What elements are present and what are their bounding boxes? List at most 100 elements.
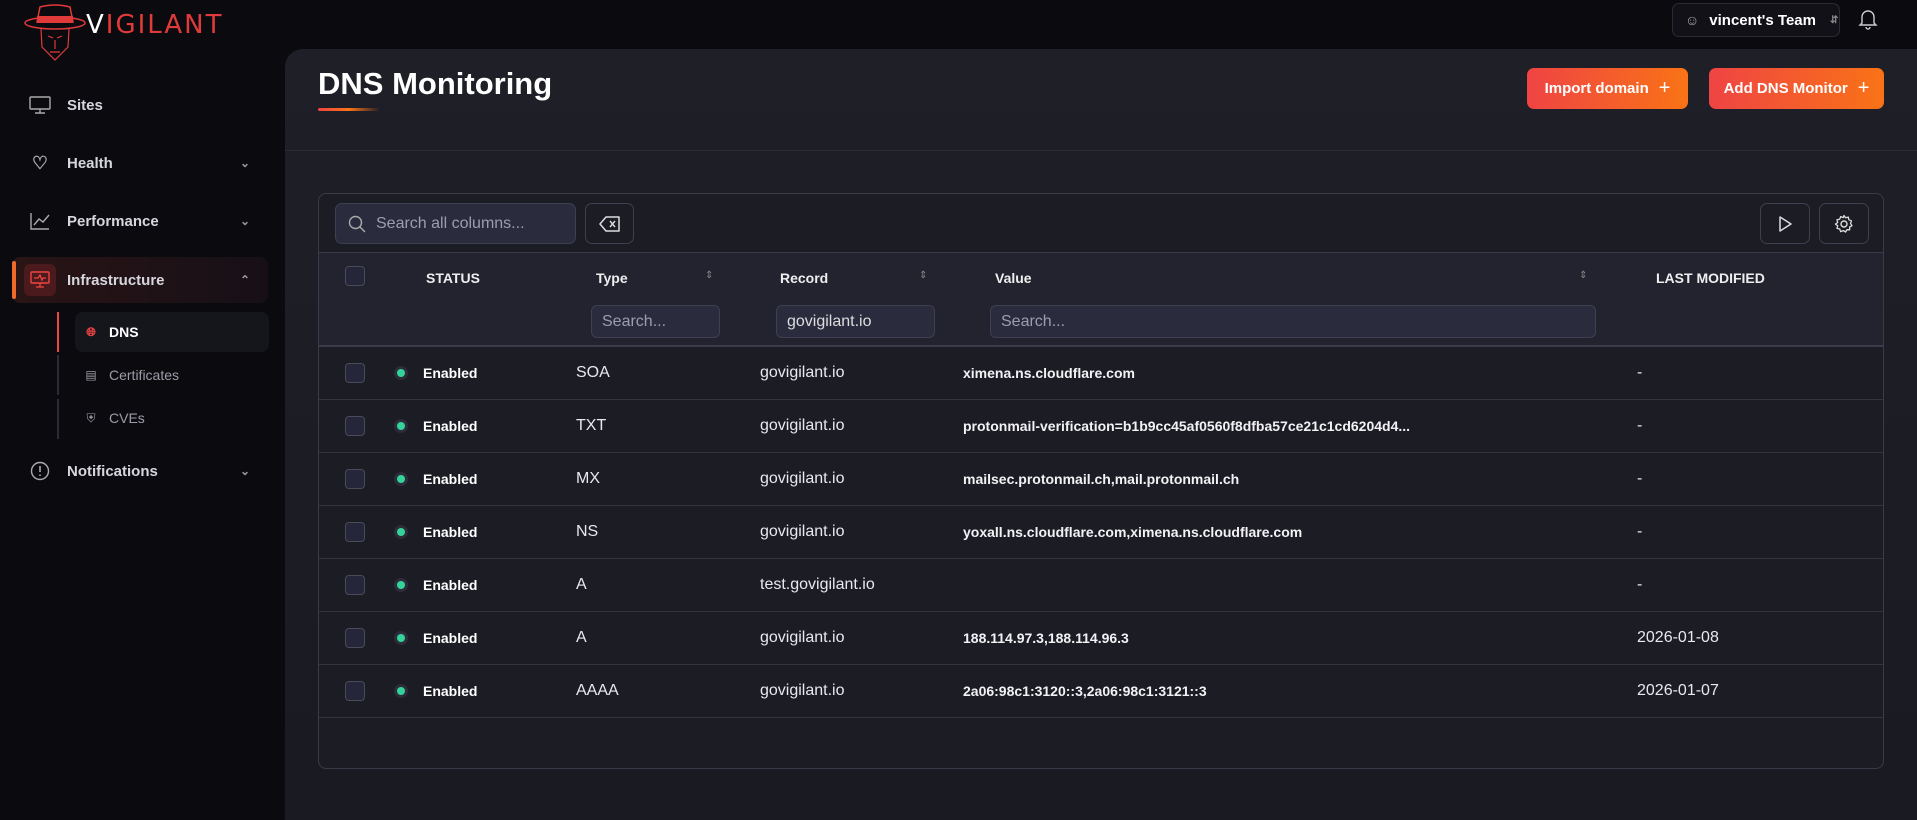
sidebar-item-infrastructure[interactable]: Infrastructure ⌃	[12, 257, 268, 303]
clear-filters-button[interactable]	[585, 203, 634, 244]
vigilant-hat-face-logo-icon	[24, 4, 86, 61]
record-cell: test.govigilant.io	[760, 576, 875, 593]
sidebar-item-label: Health	[67, 154, 113, 172]
sort-icon[interactable]: ⇕	[705, 270, 713, 281]
row-checkbox[interactable]	[345, 681, 365, 701]
chevron-down-icon: ⌄	[239, 464, 250, 478]
notifications-bell-icon[interactable]	[1858, 8, 1878, 35]
sidebar-item-health[interactable]: ♡ Health ⌄	[12, 140, 268, 186]
sidebar-item-label: Infrastructure	[67, 271, 165, 289]
type-cell: AAAA	[576, 682, 619, 699]
sidebar-item-dns[interactable]: 🌐︎ DNS	[75, 312, 269, 352]
value-cell: mailsec.protonmail.ch,mail.protonmail.ch	[963, 471, 1240, 487]
record-cell: govigilant.io	[760, 470, 845, 487]
status-dot-icon	[394, 631, 408, 645]
sidebar-item-label: CVEs	[109, 410, 145, 426]
record-cell: govigilant.io	[760, 629, 845, 646]
row-checkbox[interactable]	[345, 628, 365, 648]
last-modified-cell: -	[1637, 523, 1643, 540]
table-row[interactable]: Enabled TXT govigilant.io protonmail-verifi…	[319, 400, 1883, 453]
status-text: Enabled	[423, 524, 478, 540]
row-checkbox[interactable]	[345, 363, 365, 383]
record-cell: govigilant.io	[760, 364, 845, 381]
team-selector[interactable]: ☺ vincent's Team ⇵	[1672, 3, 1840, 37]
divider	[57, 399, 59, 439]
type-cell: NS	[576, 523, 599, 540]
play-icon	[1779, 215, 1792, 232]
table-row[interactable]: Enabled Agovigilant.io 188.114.97.3,188.11…	[319, 612, 1883, 665]
table-row[interactable]: Enabled SOA govigilant.io ximena.ns.cloudfl…	[319, 347, 1883, 400]
column-header-type[interactable]: Type	[596, 270, 628, 286]
sidebar-item-label: Notifications	[67, 462, 158, 480]
table-header: STATUS Type ⇕ Record ⇕ Value ⇕ LAST MODI…	[319, 252, 1883, 347]
column-header-last-modified: LAST MODIFIED	[1656, 270, 1765, 286]
button-label: Import domain	[1544, 80, 1649, 97]
table-row[interactable]: Enabled Atest.govigilant.io -	[319, 559, 1883, 612]
value-filter-input[interactable]	[990, 305, 1596, 338]
global-search[interactable]: Search all columns...	[335, 203, 576, 244]
status-text: Enabled	[423, 683, 478, 699]
team-name: vincent's Team	[1709, 11, 1816, 29]
sidebar-item-label: Sites	[67, 96, 103, 114]
type-cell: TXT	[576, 417, 607, 434]
table-row[interactable]: Enabled MX govigilant.io mailsec.protonmail…	[319, 453, 1883, 506]
run-button[interactable]	[1760, 203, 1810, 244]
value-cell: 188.114.97.3,188.114.96.3	[963, 630, 1129, 646]
dns-table-card: Search all columns... STATUS Type ⇕ Reco…	[318, 193, 1884, 769]
status-text: Enabled	[423, 418, 478, 434]
row-checkbox[interactable]	[345, 522, 365, 542]
value-cell: ximena.ns.cloudflare.com	[963, 365, 1135, 381]
last-modified-cell: 2026-01-07	[1637, 682, 1719, 699]
sidebar-item-cves[interactable]: ⛨ CVEs	[75, 398, 269, 438]
column-header-record[interactable]: Record	[780, 270, 828, 286]
value-cell: 2a06:98c1:3120::3,2a06:98c1:3121::3	[963, 683, 1207, 699]
row-checkbox[interactable]	[345, 575, 365, 595]
sidebar-item-certificates[interactable]: ▤ Certificates	[75, 355, 269, 395]
alert-circle-icon	[28, 459, 52, 483]
record-filter-input[interactable]	[776, 305, 935, 338]
status-dot-icon	[394, 366, 408, 380]
sidebar-item-label: DNS	[109, 324, 139, 340]
table-row[interactable]: Enabled NS govigilant.io yoxall.ns.cloudfla…	[319, 506, 1883, 559]
last-modified-cell: 2026-01-08	[1637, 629, 1719, 646]
sidebar-item-label: Performance	[67, 212, 159, 230]
last-modified-cell: -	[1637, 470, 1643, 487]
status-text: Enabled	[423, 365, 478, 381]
column-header-value[interactable]: Value	[995, 270, 1032, 286]
import-domain-button[interactable]: Import domain +	[1527, 68, 1688, 109]
row-checkbox[interactable]	[345, 469, 365, 489]
sort-icon[interactable]: ⇕	[1579, 270, 1587, 281]
search-icon	[348, 215, 366, 232]
page-title: DNS Monitoring	[318, 66, 553, 101]
plus-icon: +	[1658, 77, 1671, 99]
status-text: Enabled	[423, 577, 478, 593]
settings-button[interactable]	[1819, 203, 1869, 244]
chevron-updown-icon: ⇵	[1829, 14, 1839, 26]
type-cell: MX	[576, 470, 600, 487]
sort-icon[interactable]: ⇕	[919, 270, 927, 281]
monitor-pulse-icon	[24, 264, 56, 296]
sidebar-item-notifications[interactable]: Notifications ⌄	[12, 448, 268, 494]
last-modified-cell: -	[1637, 576, 1643, 593]
record-cell: govigilant.io	[760, 417, 845, 434]
title-underline	[318, 108, 380, 111]
type-filter-input[interactable]	[591, 305, 720, 338]
sidebar-item-performance[interactable]: Performance ⌄	[12, 198, 268, 244]
chevron-down-icon: ⌄	[239, 214, 250, 228]
active-indicator	[57, 312, 59, 352]
status-dot-icon	[394, 684, 408, 698]
heart-icon: ♡	[31, 152, 49, 173]
sidebar-item-sites[interactable]: Sites	[12, 82, 268, 128]
type-cell: SOA	[576, 364, 610, 381]
table-row[interactable]: Enabled AAAA govigilant.io 2a06:98c1:3120::…	[319, 665, 1883, 718]
chevron-down-icon: ⌄	[239, 156, 250, 170]
select-all-checkbox[interactable]	[345, 266, 365, 286]
add-dns-monitor-button[interactable]: Add DNS Monitor +	[1709, 68, 1884, 109]
row-checkbox[interactable]	[345, 416, 365, 436]
status-dot-icon	[394, 419, 408, 433]
search-placeholder: Search all columns...	[376, 214, 525, 232]
status-dot-icon	[394, 472, 408, 486]
divider	[57, 355, 59, 395]
type-cell: A	[576, 576, 587, 593]
last-modified-cell: -	[1637, 364, 1643, 381]
